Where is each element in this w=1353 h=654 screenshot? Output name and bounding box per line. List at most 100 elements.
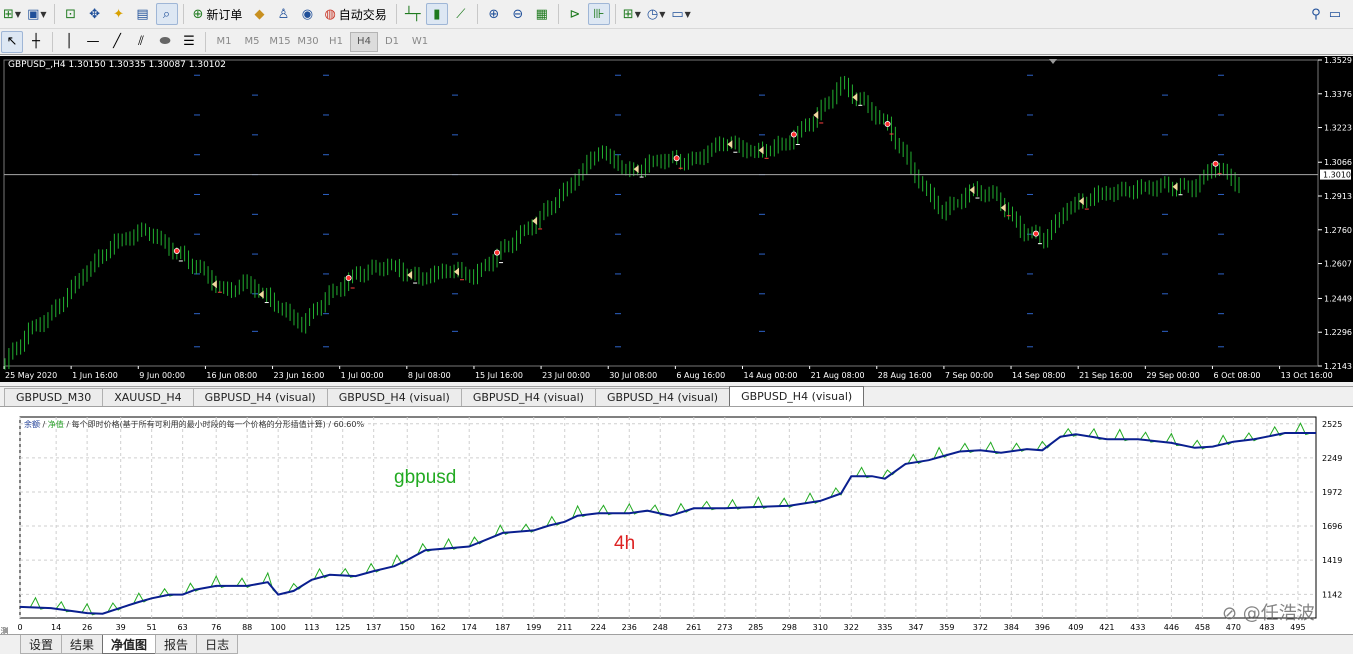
navigator-button[interactable]: ✦ bbox=[108, 3, 130, 25]
tester-tab[interactable]: 净值图 bbox=[102, 635, 157, 654]
chart-tab[interactable]: GBPUSD_M30 bbox=[4, 388, 104, 406]
main-toolbar: ⊞ ▼ ▣ ▼ ⊡ ✥ ✦ ▤ ⌕ ⊕ 新订单 ◆ ♙ ◉ ◍ 自动交易 ┴┬ ▮ ⟋ … bbox=[0, 0, 1353, 29]
x-tick-label: 21 Sep 16:00 bbox=[1079, 371, 1132, 380]
shapes-button[interactable]: ⬬ bbox=[154, 31, 176, 53]
search-area: ⚲ ▭ bbox=[1311, 7, 1353, 22]
x-tick-label: 1 Jul 00:00 bbox=[341, 371, 384, 380]
tester-tab[interactable]: 结果 bbox=[61, 635, 104, 654]
line-chart-button[interactable]: ⟋ bbox=[450, 3, 472, 25]
price-chart-pane[interactable]: 1.3529 1.3376 1.3223 1.3066 1.2913 1.2760 1.26… bbox=[0, 56, 1353, 382]
horizontal-line-button[interactable]: — bbox=[82, 31, 104, 53]
equity-x-tick-label: 162 bbox=[431, 623, 446, 632]
chart-tab[interactable]: XAUUSD_H4 bbox=[102, 388, 194, 406]
trade-marker bbox=[884, 121, 891, 128]
profiles-button[interactable]: ▣ ▼ bbox=[25, 3, 48, 25]
search-icon[interactable]: ⚲ bbox=[1311, 7, 1321, 22]
cursor-tool-button[interactable]: ↖ bbox=[1, 30, 23, 53]
trendline-icon: ╱ bbox=[113, 34, 121, 49]
auto-trading-label: 自动交易 bbox=[338, 7, 387, 22]
user-icon: ♙ bbox=[277, 6, 290, 22]
crosshair-tool-button[interactable]: ┼ bbox=[25, 31, 47, 53]
chart-tab[interactable]: GBPUSD_H4 (visual) bbox=[594, 388, 731, 406]
timeframe-d1[interactable]: D1 bbox=[378, 32, 406, 52]
balance-legend: 余额 bbox=[24, 420, 40, 429]
tester-tab[interactable]: 日志 bbox=[196, 635, 239, 654]
price-chart: 1.3529 1.3376 1.3223 1.3066 1.2913 1.2760 1.26… bbox=[3, 56, 1352, 380]
equity-x-tick-label: 273 bbox=[717, 623, 732, 632]
equity-x-tick-label: 76 bbox=[211, 623, 221, 632]
equidistant-channel-button[interactable]: ⫽ bbox=[130, 31, 152, 53]
y-tick-label: 1.3223 bbox=[1324, 124, 1352, 133]
timeframe-w1[interactable]: W1 bbox=[406, 32, 434, 52]
autoscroll-button[interactable]: ⊳ bbox=[564, 3, 586, 25]
chevron-down-icon: ▼ bbox=[14, 9, 22, 19]
equity-x-tick-label: 285 bbox=[748, 623, 763, 632]
chart-shift-button[interactable]: ⊪ bbox=[587, 3, 610, 25]
zoom-in-button[interactable]: ⊕ bbox=[483, 3, 505, 25]
tester-tab[interactable]: 报告 bbox=[155, 635, 198, 654]
timeframe-m30[interactable]: M30 bbox=[294, 32, 322, 52]
templates-button[interactable]: ▭ ▼ bbox=[669, 3, 692, 25]
vertical-line-icon: │ bbox=[65, 34, 73, 49]
experts-button[interactable]: ♙ bbox=[272, 3, 294, 25]
toolbar-separator bbox=[557, 4, 559, 24]
y-tick-label: 1.3529 bbox=[1324, 56, 1352, 65]
new-chart-button[interactable]: ⊞ ▼ bbox=[1, 3, 23, 25]
chart-tab[interactable]: GBPUSD_H4 (visual) bbox=[460, 388, 596, 406]
equity-x-tick-label: 100 bbox=[271, 623, 286, 632]
bar-chart-button[interactable]: ┴┬ bbox=[402, 3, 424, 25]
timeframe-h1[interactable]: H1 bbox=[322, 32, 350, 52]
chat-icon[interactable]: ▭ bbox=[1329, 7, 1341, 22]
x-tick-label: 30 Jul 08:00 bbox=[609, 371, 657, 380]
equity-x-tick-label: 421 bbox=[1099, 623, 1114, 632]
y-tick-label: 1.2449 bbox=[1324, 294, 1352, 303]
new-order-button[interactable]: ⊕ 新订单 bbox=[189, 3, 247, 25]
timeframe-m5[interactable]: M5 bbox=[238, 32, 266, 52]
terminal-icon: ▤ bbox=[136, 6, 149, 22]
market-watch-icon: ⊡ bbox=[65, 6, 76, 22]
strategy-tester-button[interactable]: ⌕ bbox=[155, 3, 178, 25]
zoom-in-icon: ⊕ bbox=[488, 6, 500, 22]
drawing-toolbar: ↖ ┼ │ — ╱ ⫽ ⬬ ☰ M1 M5 M15 M30 H1 H4 D1 W1 bbox=[0, 29, 1353, 55]
chart-tab[interactable]: GBPUSD_H4 (visual) bbox=[326, 388, 462, 406]
vertical-line-button[interactable]: │ bbox=[58, 31, 80, 53]
auto-trading-icon: ◍ bbox=[324, 6, 336, 22]
market-watch-button[interactable]: ⊡ bbox=[60, 3, 82, 25]
equity-y-tick-label: 2525 bbox=[1322, 420, 1342, 429]
indicators-icon: ⊞ bbox=[622, 6, 634, 22]
equity-x-tick-label: 458 bbox=[1195, 623, 1210, 632]
magnifier-chart-icon: ⌕ bbox=[162, 6, 171, 22]
equity-x-tick-label: 199 bbox=[526, 623, 541, 632]
indicators-button[interactable]: ⊞ ▼ bbox=[621, 3, 643, 25]
tester-tab[interactable]: 设置 bbox=[20, 635, 63, 654]
trendline-button[interactable]: ╱ bbox=[106, 31, 128, 53]
chart-header: GBPUSD_,H4 1.30150 1.30335 1.30087 1.301… bbox=[8, 60, 226, 70]
y-tick-label: 1.2143 bbox=[1324, 362, 1352, 371]
terminal-button[interactable]: ▤ bbox=[132, 3, 154, 25]
equity-x-tick-label: 113 bbox=[304, 623, 319, 632]
toolbar-separator bbox=[614, 4, 616, 24]
data-window-button[interactable]: ✥ bbox=[84, 3, 106, 25]
chart-tab[interactable]: GBPUSD_H4 (visual) bbox=[192, 388, 328, 406]
signals-button[interactable]: ◉ bbox=[296, 3, 318, 25]
timeframe-h4[interactable]: H4 bbox=[350, 31, 378, 52]
tile-windows-button[interactable]: ▦ bbox=[531, 3, 553, 25]
chart-tab[interactable]: GBPUSD_H4 (visual) bbox=[729, 386, 865, 406]
zoom-out-icon: ⊖ bbox=[512, 6, 524, 22]
equity-x-tick-label: 211 bbox=[557, 623, 572, 632]
metaeditor-button[interactable]: ◆ bbox=[248, 3, 270, 25]
auto-trading-button[interactable]: ◍ 自动交易 bbox=[320, 3, 390, 25]
cursor-icon: ↖ bbox=[6, 34, 18, 49]
equity-x-tick-label: 224 bbox=[591, 623, 606, 632]
fibonacci-button[interactable]: ☰ bbox=[178, 31, 200, 53]
candlestick-button[interactable]: ▮ bbox=[425, 3, 448, 25]
plot-area bbox=[3, 59, 1319, 367]
timeframe-m15[interactable]: M15 bbox=[266, 32, 294, 52]
equity-x-tick-label: 409 bbox=[1068, 623, 1083, 632]
periods-button[interactable]: ◷ ▼ bbox=[645, 3, 668, 25]
equity-x-tick-label: 261 bbox=[686, 623, 701, 632]
equity-x-tick-label: 248 bbox=[653, 623, 668, 632]
equity-x-tick-label: 125 bbox=[335, 623, 350, 632]
timeframe-m1[interactable]: M1 bbox=[210, 32, 238, 52]
zoom-out-button[interactable]: ⊖ bbox=[507, 3, 529, 25]
